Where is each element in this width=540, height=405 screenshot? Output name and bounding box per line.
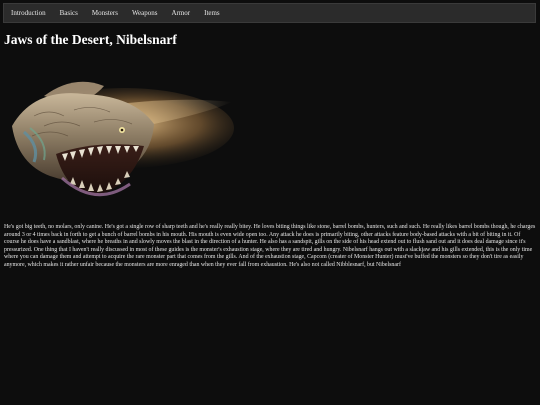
nav-link-basics[interactable]: Basics (53, 4, 85, 22)
nav-link-weapons[interactable]: Weapons (125, 4, 164, 22)
nav-link-items[interactable]: Items (197, 4, 227, 22)
nav-link-monsters[interactable]: Monsters (85, 4, 125, 22)
monster-description: He's got big teeth, no molars, only cani… (4, 224, 536, 268)
page-title: Jaws of the Desert, Nibelsnarf (4, 32, 177, 47)
nav-link-introduction[interactable]: Introduction (4, 4, 53, 22)
nav-link-armor[interactable]: Armor (164, 4, 197, 22)
nibelsnarf-monster-image (12, 81, 234, 197)
top-navigation-bar: Introduction Basics Monsters Weapons Arm… (3, 3, 536, 23)
